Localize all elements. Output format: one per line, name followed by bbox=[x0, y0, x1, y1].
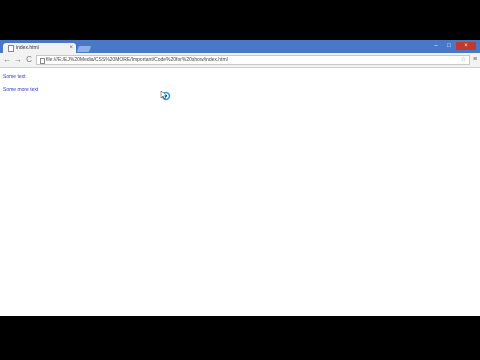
title-bar: index.html × – □ × bbox=[0, 40, 480, 53]
url-text[interactable]: file:///E:/EJ%20Media/CSS%20MORE/Importa… bbox=[46, 56, 228, 64]
browser-toolbar: ← → C file:///E:/EJ%20Media/CSS%20MORE/I… bbox=[0, 53, 480, 68]
busy-cursor-icon bbox=[160, 90, 171, 101]
link-some-text[interactable]: Some text bbox=[3, 74, 26, 80]
link-some-more-text[interactable]: Some more text bbox=[3, 87, 38, 93]
reload-button[interactable]: C bbox=[24, 55, 34, 65]
close-window-button[interactable]: × bbox=[456, 42, 476, 50]
tab-index-html[interactable]: index.html × bbox=[3, 43, 76, 53]
page-icon bbox=[40, 58, 45, 64]
forward-button[interactable]: → bbox=[13, 55, 23, 65]
close-tab-icon[interactable]: × bbox=[69, 44, 73, 52]
page-icon bbox=[8, 45, 14, 52]
maximize-button[interactable]: □ bbox=[443, 42, 455, 50]
new-tab-button[interactable] bbox=[76, 46, 92, 52]
page-content: Some text Some more text bbox=[0, 68, 480, 316]
minimize-button[interactable]: – bbox=[430, 42, 442, 50]
menu-icon[interactable]: ≡ bbox=[471, 55, 479, 65]
back-button[interactable]: ← bbox=[2, 55, 12, 65]
tab-title: index.html bbox=[16, 45, 39, 51]
browser-window: index.html × – □ × ← → C file:///E:/EJ%2… bbox=[0, 40, 480, 316]
bookmark-star-icon[interactable]: ☆ bbox=[461, 56, 466, 64]
address-bar[interactable]: file:///E:/EJ%20Media/CSS%20MORE/Importa… bbox=[36, 55, 470, 65]
